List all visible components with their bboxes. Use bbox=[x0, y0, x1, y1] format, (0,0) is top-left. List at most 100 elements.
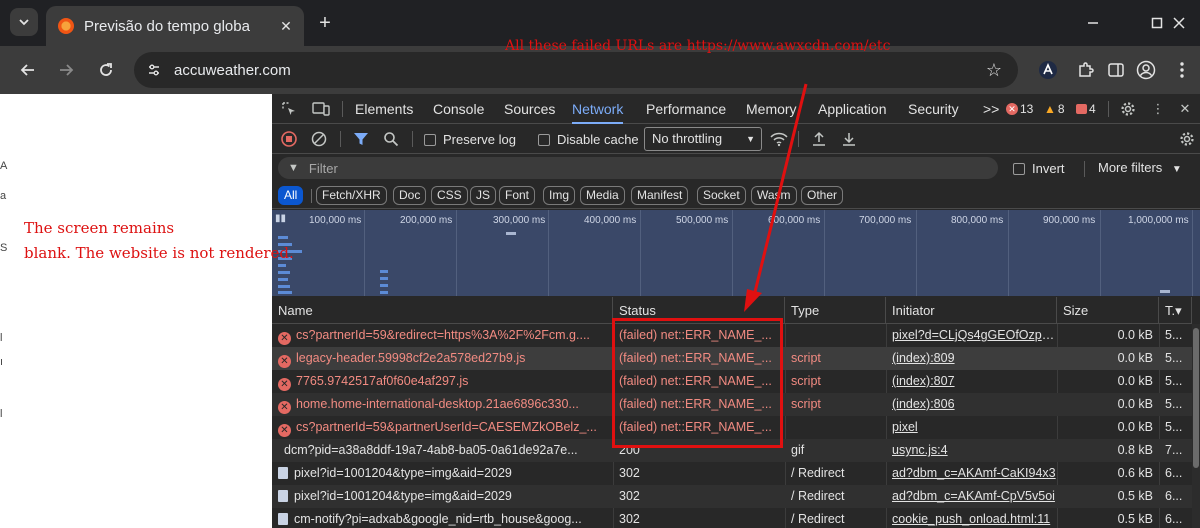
filter-chip-media[interactable]: Media bbox=[580, 186, 625, 205]
column-header-name[interactable]: Name bbox=[272, 297, 613, 324]
warning-icon: ▲ bbox=[1044, 102, 1056, 116]
column-header-time[interactable]: T.▾ bbox=[1159, 297, 1192, 324]
filter-chip-doc[interactable]: Doc bbox=[393, 186, 427, 205]
window-close-icon[interactable] bbox=[1166, 10, 1192, 36]
tab-application[interactable]: Application bbox=[818, 94, 887, 124]
close-devtools-icon[interactable]: ✕ bbox=[1176, 100, 1194, 118]
tab-console[interactable]: Console bbox=[433, 94, 484, 124]
search-icon[interactable] bbox=[382, 130, 400, 148]
import-har-icon[interactable] bbox=[810, 130, 828, 148]
error-count: 13 bbox=[1020, 102, 1034, 116]
warning-count-badge[interactable]: ▲ 8 bbox=[1044, 102, 1065, 116]
column-header-size[interactable]: Size bbox=[1057, 297, 1159, 324]
tab-performance[interactable]: Performance bbox=[646, 94, 726, 124]
devtools-tab-bar: Elements Console Sources Network Perform… bbox=[272, 94, 1200, 124]
bookmark-star-icon[interactable]: ☆ bbox=[982, 58, 1006, 82]
record-stop-icon[interactable] bbox=[280, 130, 298, 148]
table-scrollbar[interactable] bbox=[1192, 324, 1200, 528]
address-bar[interactable]: accuweather.com ☆ bbox=[134, 52, 1018, 88]
request-initiator-link[interactable]: ad?dbm_c=AKAmf-CaKI94x3 bbox=[886, 462, 1057, 485]
filter-chip-other[interactable]: Other bbox=[801, 186, 844, 205]
browser-tab[interactable]: Previsão do tempo globa ✕ bbox=[46, 6, 304, 46]
column-header-initiator[interactable]: Initiator bbox=[886, 297, 1057, 324]
tab-network[interactable]: Network bbox=[572, 94, 624, 124]
tab-elements[interactable]: Elements bbox=[355, 94, 413, 124]
timeline-bar bbox=[278, 236, 288, 239]
network-overview-timeline[interactable]: ▮▮ 100,000 ms 200,000 ms 300,000 ms 400,… bbox=[272, 210, 1200, 296]
timeline-tick-label: 1,000,000 ms bbox=[1128, 215, 1189, 226]
issues-count-badge[interactable]: 4 bbox=[1076, 102, 1096, 116]
request-initiator-link[interactable]: pixel?d=CLjQs4gGEOfOzpwC bbox=[886, 324, 1057, 347]
filter-chip-socket[interactable]: Socket bbox=[697, 186, 746, 205]
inspect-element-icon[interactable] bbox=[280, 100, 298, 118]
request-initiator-link[interactable]: pixel bbox=[886, 416, 1057, 439]
request-name: pixel?id=1001204&type=img&aid=2029 bbox=[272, 462, 613, 485]
table-row[interactable]: pixel?id=1001204&type=img&aid=2029 302 /… bbox=[272, 485, 1192, 508]
tab-sources[interactable]: Sources bbox=[504, 94, 555, 124]
timeline-tick-label: 300,000 ms bbox=[493, 215, 546, 226]
filter-chip-js[interactable]: JS bbox=[470, 186, 497, 205]
minimize-icon[interactable] bbox=[1080, 10, 1106, 36]
tab-memory[interactable]: Memory bbox=[746, 94, 797, 124]
request-time: 5... bbox=[1165, 328, 1183, 342]
tab-search-button[interactable] bbox=[10, 8, 38, 36]
request-initiator-link[interactable]: (index):809 bbox=[886, 347, 1057, 370]
tab-security[interactable]: Security bbox=[908, 94, 959, 124]
request-initiator-link[interactable]: cookie_push_onload.html:11 bbox=[886, 508, 1057, 528]
forward-arrow-icon[interactable] bbox=[52, 56, 80, 84]
error-count-badge[interactable]: ✕ 13 bbox=[1006, 102, 1033, 116]
filter-funnel-icon[interactable] bbox=[352, 130, 370, 148]
column-header-type[interactable]: Type bbox=[785, 297, 886, 324]
preserve-log-checkbox[interactable]: Preserve log bbox=[424, 132, 516, 147]
throttling-select[interactable]: No throttling ▼ bbox=[644, 127, 762, 151]
timeline-tick-label: 400,000 ms bbox=[584, 215, 637, 226]
filter-chip-css[interactable]: CSS bbox=[431, 186, 468, 205]
filter-chip-img[interactable]: Img bbox=[543, 186, 576, 205]
browser-menu-icon[interactable] bbox=[1168, 56, 1196, 84]
more-tabs-button[interactable]: >> bbox=[983, 94, 999, 124]
network-settings-gear-icon[interactable] bbox=[1178, 130, 1196, 148]
filter-chip-wasm[interactable]: Wasm bbox=[751, 186, 797, 205]
error-icon: ✕ bbox=[278, 355, 291, 368]
devtools-menu-icon[interactable]: ⋮ bbox=[1149, 100, 1167, 118]
new-tab-button[interactable]: + bbox=[312, 10, 338, 36]
url-text[interactable]: accuweather.com bbox=[174, 62, 291, 79]
more-filters-button[interactable]: More filters ▼ bbox=[1098, 160, 1182, 175]
table-row[interactable]: cm-notify?pi=adxab&google_nid=rtb_house&… bbox=[272, 508, 1192, 528]
throttling-value: No throttling bbox=[652, 131, 723, 146]
timeline-pause-icon[interactable]: ▮▮ bbox=[275, 213, 286, 224]
site-settings-icon[interactable] bbox=[140, 56, 168, 84]
dropdown-arrow-icon: ▼ bbox=[746, 134, 755, 144]
scrollbar-thumb[interactable] bbox=[1193, 328, 1199, 468]
timeline-tick-label: 200,000 ms bbox=[400, 215, 453, 226]
filter-chip-all[interactable]: All bbox=[278, 186, 304, 205]
request-type: / Redirect bbox=[791, 489, 845, 503]
filter-chip-manifest[interactable]: Manifest bbox=[631, 186, 689, 205]
device-toolbar-icon[interactable] bbox=[312, 100, 330, 118]
filter-input[interactable]: ▼ Filter bbox=[278, 157, 998, 179]
filter-chip-font[interactable]: Font bbox=[499, 186, 536, 205]
network-conditions-icon[interactable] bbox=[770, 130, 788, 148]
page-edge-text: l bbox=[0, 332, 3, 344]
request-initiator-link[interactable]: usync.js:4 bbox=[886, 439, 1057, 462]
request-initiator-link[interactable]: (index):806 bbox=[886, 393, 1057, 416]
close-icon[interactable]: ✕ bbox=[276, 16, 296, 36]
side-panel-icon[interactable] bbox=[1102, 56, 1130, 84]
profile-avatar-icon[interactable] bbox=[1132, 56, 1160, 84]
clear-icon[interactable] bbox=[310, 130, 328, 148]
tab-title: Previsão do tempo globa bbox=[84, 17, 250, 35]
request-initiator-link[interactable]: (index):807 bbox=[886, 370, 1057, 393]
request-name: ✕ cs?partnerId=59&redirect=https%3A%2F%2F… bbox=[272, 324, 613, 347]
table-row[interactable]: pixel?id=1001204&type=img&aid=2029 302 /… bbox=[272, 462, 1192, 485]
filter-chip-fetch-xhr[interactable]: Fetch/XHR bbox=[316, 186, 387, 205]
settings-gear-icon[interactable] bbox=[1119, 100, 1137, 118]
extension-a-icon[interactable] bbox=[1034, 56, 1062, 84]
extensions-puzzle-icon[interactable] bbox=[1072, 56, 1100, 84]
back-arrow-icon[interactable] bbox=[14, 56, 42, 84]
disable-cache-checkbox[interactable]: Disable cache bbox=[538, 132, 639, 147]
export-har-icon[interactable] bbox=[840, 130, 858, 148]
invert-checkbox[interactable]: Invert bbox=[1013, 161, 1065, 176]
request-initiator-link[interactable]: ad?dbm_c=AKAmf-CpV5v5oi bbox=[886, 485, 1057, 508]
page-edge-text: A bbox=[0, 160, 8, 172]
reload-icon[interactable] bbox=[92, 56, 120, 84]
